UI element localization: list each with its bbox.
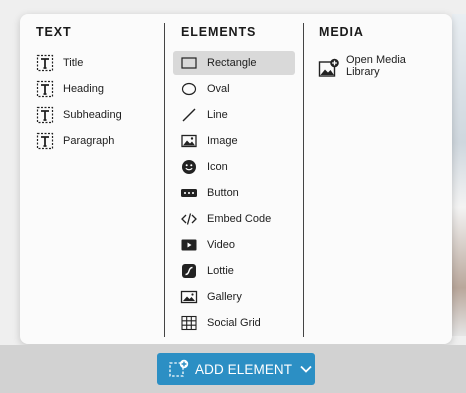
text-item-heading[interactable]: Heading [36,77,160,101]
element-item-label: Lottie [207,265,234,277]
grid-icon [180,314,198,332]
element-item-label: Rectangle [207,57,257,69]
text-t-icon [36,54,54,72]
element-item-label: Embed Code [207,213,272,225]
elements-column-heading: ELEMENTS [181,25,257,39]
element-item-label: Social Grid [207,317,261,329]
element-item-label: Icon [207,161,228,173]
text-item-label: Title [63,57,84,69]
element-item-label: Gallery [207,291,242,303]
chevron-down-icon [300,365,312,373]
text-t-icon [36,132,54,150]
gallery-icon [180,288,198,306]
text-item-subheading[interactable]: Subheading [36,103,160,127]
add-element-button[interactable]: ADD ELEMENT [157,353,315,385]
video-play-icon [180,236,198,254]
media-item-open-library[interactable]: Open Media Library [318,54,438,84]
text-t-icon [36,80,54,98]
canvas-image-edge [452,14,466,336]
lottie-icon [180,262,198,280]
line-icon [180,106,198,124]
element-item-icon[interactable]: Icon [173,155,295,179]
text-item-label: Paragraph [63,135,115,147]
media-column-heading: MEDIA [319,25,364,39]
text-column-heading: TEXT [36,25,72,39]
text-item-label: Subheading [63,109,122,121]
element-item-image[interactable]: Image [173,129,295,153]
element-item-line[interactable]: Line [173,103,295,127]
element-item-social-grid[interactable]: Social Grid [173,311,295,335]
code-icon [180,210,198,228]
text-item-title[interactable]: Title [36,51,160,75]
element-item-rectangle[interactable]: Rectangle [173,51,295,75]
text-item-paragraph[interactable]: Paragraph [36,129,160,153]
element-item-gallery[interactable]: Gallery [173,285,295,309]
image-icon [180,132,198,150]
element-item-label: Image [207,135,238,147]
button-icon [180,184,198,202]
column-divider [164,23,165,337]
text-item-label: Heading [63,83,104,95]
element-item-label: Line [207,109,228,121]
element-item-lottie[interactable]: Lottie [173,259,295,283]
element-item-label: Button [207,187,239,199]
element-item-label: Oval [207,83,230,95]
media-item-label: Open Media Library [346,54,406,78]
rectangle-icon [180,54,198,72]
element-item-oval[interactable]: Oval [173,77,295,101]
oval-icon [180,80,198,98]
media-library-add-icon [318,58,340,80]
element-item-label: Video [207,239,235,251]
column-divider [303,23,304,337]
add-element-panel: TEXT Title Heading Subheading Paragraph … [20,14,452,344]
element-item-video[interactable]: Video [173,233,295,257]
add-element-label: ADD ELEMENT [195,361,293,377]
element-item-embed-code[interactable]: Embed Code [173,207,295,231]
add-element-icon [168,359,190,379]
element-item-button[interactable]: Button [173,181,295,205]
smiley-icon [180,158,198,176]
text-t-icon [36,106,54,124]
